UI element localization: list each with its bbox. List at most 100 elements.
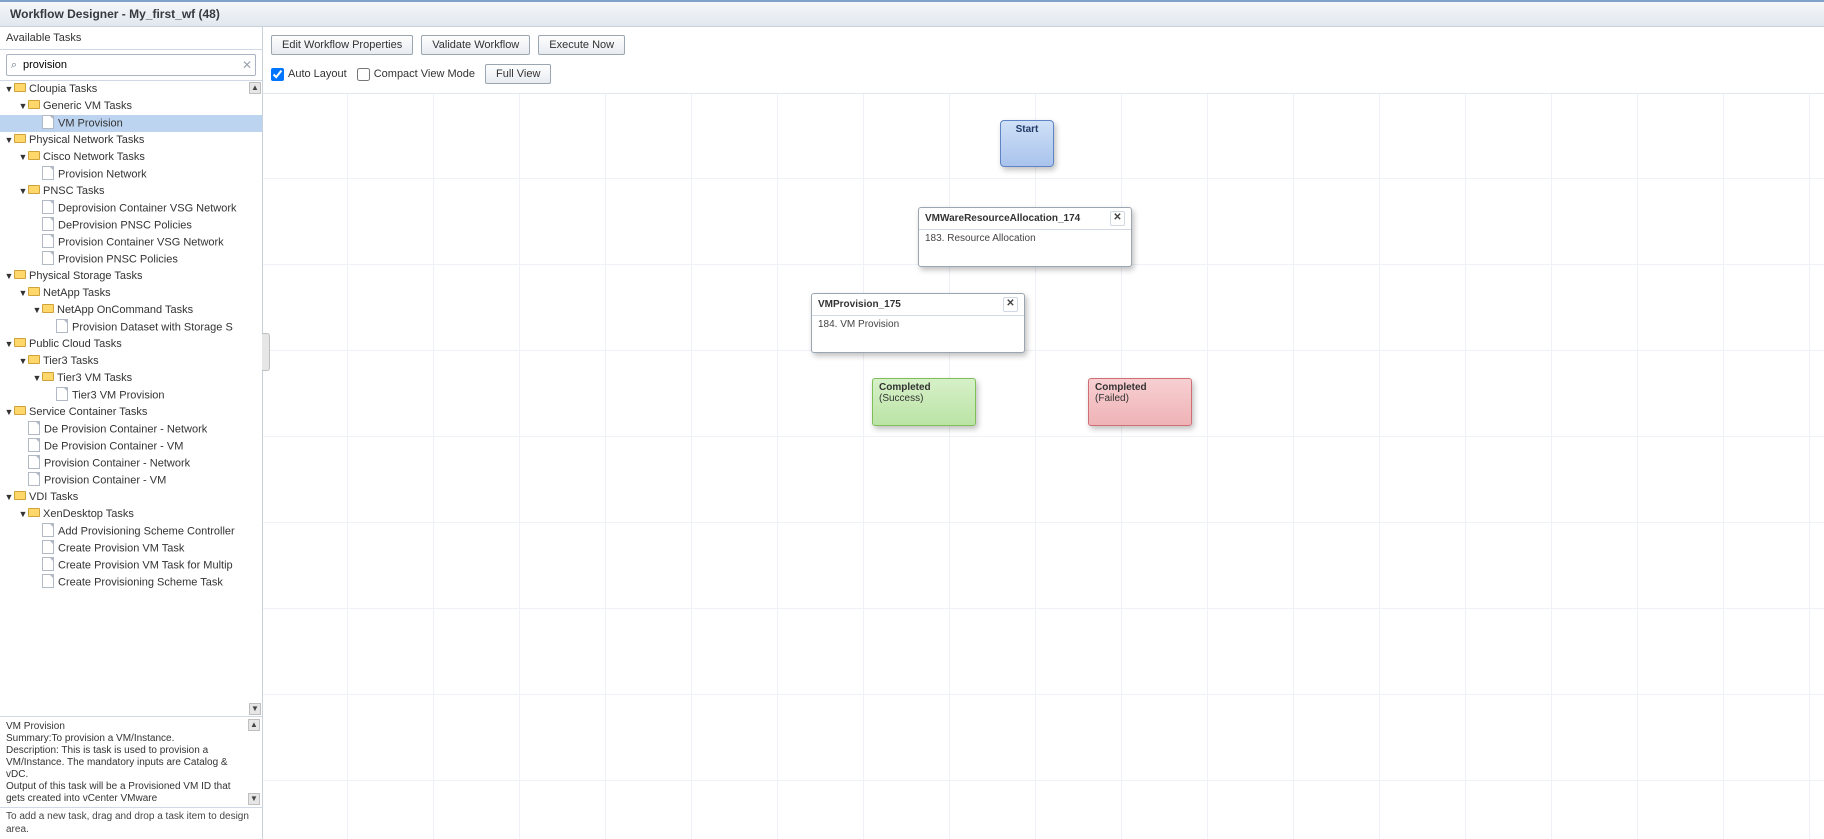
tree-item[interactable]: Provision Network (0, 166, 262, 183)
full-view-button[interactable]: Full View (485, 64, 551, 84)
tree-item-label: NetApp Tasks (43, 287, 111, 299)
tree-item[interactable]: Add Provisioning Scheme Controller (0, 523, 262, 540)
close-icon[interactable]: ✕ (1003, 297, 1018, 312)
tree-item[interactable]: Deprovision Container VSG Network (0, 200, 262, 217)
tree-folder[interactable]: ▼ XenDesktop Tasks (0, 506, 262, 523)
compact-view-input[interactable] (357, 68, 370, 81)
splitter-handle[interactable] (262, 333, 270, 371)
tree-item[interactable]: Create Provision VM Task (0, 540, 262, 557)
tree-folder[interactable]: ▼NetApp OnCommand Tasks (0, 302, 262, 319)
info-summary: Summary:To provision a VM/Instance. (6, 733, 248, 745)
expand-icon[interactable]: ▼ (4, 489, 14, 506)
tree-item-label: Provision Container VSG Network (58, 237, 224, 249)
tree-item-label: Deprovision Container VSG Network (58, 203, 237, 215)
tree-folder[interactable]: ▼ Generic VM Tasks (0, 98, 262, 115)
tree-item-label: XenDesktop Tasks (43, 508, 134, 520)
tree-item-label: Tier3 VM Tasks (57, 372, 132, 384)
tree-folder[interactable]: ▼ NetApp Tasks (0, 285, 262, 302)
tree-folder[interactable]: ▼Physical Storage Tasks (0, 268, 262, 285)
info-scroll-up-icon[interactable]: ▲ (248, 719, 260, 731)
tree-item-label: Generic VM Tasks (43, 100, 132, 112)
folder-icon (14, 83, 26, 93)
folder-icon (42, 304, 54, 314)
tree-item[interactable]: De Provision Container - Network (0, 421, 262, 438)
node-title: VMWareResourceAllocation_174 (925, 213, 1080, 224)
info-scroll-down-icon[interactable]: ▼ (248, 793, 260, 805)
expand-icon[interactable]: ▼ (4, 268, 14, 285)
expand-icon[interactable]: ▼ (32, 302, 42, 319)
tree-item-label: Create Provision VM Task for Multip (58, 560, 233, 572)
tree-folder[interactable]: ▼Service Container Tasks (0, 404, 262, 421)
sidebar: Available Tasks ⌕ ✕ ▲ ▼Cloupia Tasks▼Gen… (0, 27, 263, 839)
tree-item-label: Cisco Network Tasks (43, 151, 145, 163)
file-icon (42, 540, 54, 554)
expand-icon[interactable]: ▼ (18, 149, 28, 166)
compact-view-checkbox[interactable]: Compact View Mode (357, 68, 475, 81)
resource-allocation-node[interactable]: VMWareResourceAllocation_174 ✕ 183. Reso… (918, 207, 1132, 267)
folder-icon (28, 151, 40, 161)
auto-layout-checkbox[interactable]: Auto Layout (271, 68, 347, 81)
expand-icon[interactable]: ▼ (18, 285, 28, 302)
workflow-canvas[interactable]: Start VMWareResourceAllocation_174 ✕ 183… (263, 93, 1824, 839)
task-search[interactable]: ⌕ ✕ (6, 54, 256, 76)
task-tree[interactable]: ▲ ▼Cloupia Tasks▼Generic VM TasksVM Prov… (0, 80, 262, 716)
tree-item-label: Provision PNSC Policies (58, 254, 178, 266)
tree-item-label: Create Provisioning Scheme Task (58, 577, 223, 589)
file-icon (42, 574, 54, 588)
task-search-input[interactable] (21, 59, 239, 71)
expand-icon[interactable]: ▼ (4, 132, 14, 149)
expand-icon[interactable]: ▼ (18, 353, 28, 370)
compact-view-label: Compact View Mode (374, 68, 475, 80)
vm-provision-node[interactable]: VMProvision_175 ✕ 184. VM Provision (811, 293, 1025, 353)
tree-item[interactable]: Provision Container - Network (0, 455, 262, 472)
tree-folder[interactable]: ▼PNSC Tasks (0, 183, 262, 200)
expand-icon[interactable]: ▼ (18, 183, 28, 200)
validate-workflow-button[interactable]: Validate Workflow (421, 35, 530, 55)
tree-folder[interactable]: ▼Tier3 Tasks (0, 353, 262, 370)
tree-folder[interactable]: ▼VDI Tasks (0, 489, 262, 506)
tree-item[interactable]: DeProvision PNSC Policies (0, 217, 262, 234)
tree-item[interactable]: VM Provision (0, 115, 262, 132)
scroll-down-icon[interactable]: ▼ (249, 703, 261, 715)
tree-item[interactable]: Provision PNSC Policies (0, 251, 262, 268)
tree-folder[interactable]: ▼ Tier3 VM Tasks (0, 370, 262, 387)
tree-item[interactable]: Create Provision VM Task for Multip (0, 557, 262, 574)
tree-item-label: Provision Dataset with Storage S (72, 322, 233, 334)
folder-icon (14, 134, 26, 144)
completed-success-node[interactable]: Completed (Success) (872, 378, 976, 426)
tree-item-label: Provision Container - Network (44, 458, 190, 470)
tree-folder[interactable]: ▼Public Cloud Tasks (0, 336, 262, 353)
edit-workflow-properties-button[interactable]: Edit Workflow Properties (271, 35, 413, 55)
tree-item[interactable]: Provision Container - VM (0, 472, 262, 489)
file-icon (42, 557, 54, 571)
expand-icon[interactable]: ▼ (32, 370, 42, 387)
expand-icon[interactable]: ▼ (18, 506, 28, 523)
close-icon[interactable]: ✕ (1110, 211, 1125, 226)
auto-layout-input[interactable] (271, 68, 284, 81)
tree-item[interactable]: Create Provisioning Scheme Task (0, 574, 262, 591)
tree-item-label: De Provision Container - VM (44, 441, 183, 453)
tree-folder[interactable]: ▼ Cisco Network Tasks (0, 149, 262, 166)
expand-icon[interactable]: ▼ (4, 81, 14, 98)
node-body: 183. Resource Allocation (919, 230, 1131, 247)
execute-now-button[interactable]: Execute Now (538, 35, 625, 55)
clear-search-icon[interactable]: ✕ (239, 58, 255, 72)
tree-folder[interactable]: ▼Cloupia Tasks (0, 81, 262, 98)
tree-item[interactable]: De Provision Container - VM (0, 438, 262, 455)
tree-folder[interactable]: ▼Physical Network Tasks (0, 132, 262, 149)
expand-icon[interactable]: ▼ (18, 98, 28, 115)
node-body: 184. VM Provision (812, 316, 1024, 333)
start-node[interactable]: Start (1000, 120, 1054, 167)
success-label: (Success) (879, 393, 969, 404)
info-description: Description: This is task is used to pro… (6, 745, 248, 781)
file-icon (42, 251, 54, 265)
tree-item[interactable]: Provision Container VSG Network (0, 234, 262, 251)
tree-item-label: Provision Container - VM (44, 475, 166, 487)
expand-icon[interactable]: ▼ (4, 336, 14, 353)
tree-item-label: DeProvision PNSC Policies (58, 220, 192, 232)
expand-icon[interactable]: ▼ (4, 404, 14, 421)
tree-item[interactable]: Provision Dataset with Storage S (0, 319, 262, 336)
failed-label: (Failed) (1095, 393, 1185, 404)
completed-failed-node[interactable]: Completed (Failed) (1088, 378, 1192, 426)
tree-item[interactable]: Tier3 VM Provision (0, 387, 262, 404)
